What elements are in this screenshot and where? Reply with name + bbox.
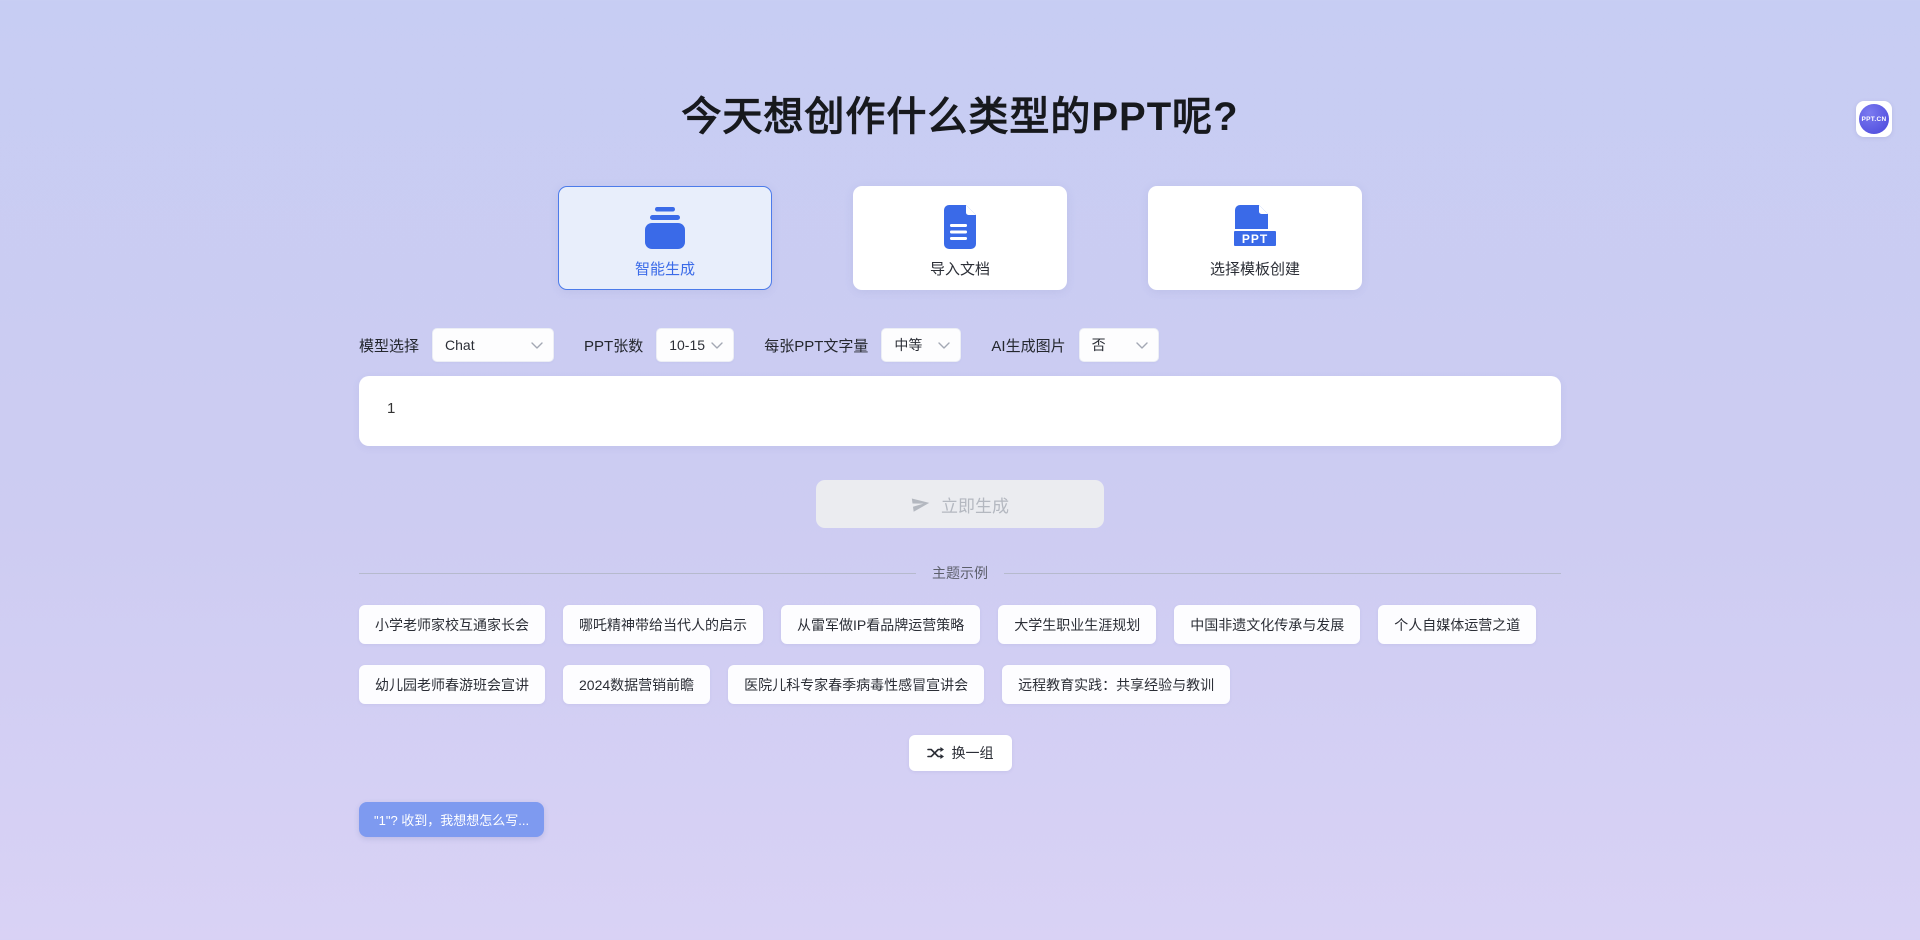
divider-line-left: [359, 573, 916, 574]
ai-image-select-value: 否: [1092, 335, 1106, 355]
example-chip[interactable]: 幼儿园老师春游班会宣讲: [359, 665, 545, 704]
example-chip[interactable]: 哪吒精神带给当代人的启示: [563, 605, 763, 644]
card-import-document-label: 导入文档: [930, 258, 990, 279]
word-count-select-value: 中等: [894, 335, 922, 355]
example-chip[interactable]: 小学老师家校互通家长会: [359, 605, 545, 644]
example-chip[interactable]: 大学生职业生涯规划: [998, 605, 1156, 644]
chevron-down-icon: [1136, 342, 1148, 349]
example-chip[interactable]: 医院儿科专家春季病毒性感冒宣讲会: [728, 665, 984, 704]
example-chip[interactable]: 远程教育实践：共享经验与教训: [1002, 665, 1230, 704]
word-count-select[interactable]: 中等: [881, 328, 961, 362]
option-pages-label: PPT张数: [584, 335, 643, 356]
example-chip[interactable]: 个人自媒体运营之道: [1378, 605, 1536, 644]
option-ai-image-label: AI生成图片: [991, 335, 1065, 356]
example-chips-row-2: 幼儿园老师春游班会宣讲 2024数据营销前瞻 医院儿科专家春季病毒性感冒宣讲会 …: [359, 665, 1561, 704]
generate-button[interactable]: 立即生成: [816, 480, 1104, 528]
ai-response-toast: "1"? 收到，我想想怎么写...: [359, 802, 544, 837]
ai-response-toast-text: "1"? 收到，我想想怎么写...: [374, 810, 529, 829]
creation-type-cards: 智能生成 导入文档 PPT: [359, 186, 1561, 290]
stack-icon: [642, 205, 688, 249]
chevron-down-icon: [531, 342, 543, 349]
example-chip[interactable]: 从雷军做IP看品牌运营策略: [781, 605, 980, 644]
option-ai-image: AI生成图片 否: [991, 328, 1158, 362]
chevron-down-icon: [711, 342, 723, 349]
ppt-file-icon: PPT: [1232, 205, 1278, 249]
prompt-area: 1: [359, 376, 1561, 446]
option-pages: PPT张数 10-15: [584, 328, 734, 362]
brand-logo-circle: PPT.CN: [1859, 104, 1889, 134]
brand-logo-text: PPT.CN: [1862, 116, 1887, 123]
page-title: 今天想创作什么类型的PPT呢?: [359, 84, 1561, 142]
shuffle-button-label: 换一组: [952, 743, 994, 763]
card-smart-generate-label: 智能生成: [635, 258, 695, 279]
shuffle-icon: [927, 746, 944, 760]
document-icon: [941, 205, 979, 249]
shuffle-button[interactable]: 换一组: [909, 735, 1012, 771]
card-template-create-label: 选择模板创建: [1210, 258, 1300, 279]
example-chip[interactable]: 2024数据营销前瞻: [563, 665, 710, 704]
option-word-count-label: 每张PPT文字量: [764, 335, 868, 356]
option-model: 模型选择 Chat: [359, 328, 554, 362]
generate-button-label: 立即生成: [941, 492, 1009, 517]
examples-divider: 主题示例: [359, 563, 1561, 583]
pages-select[interactable]: 10-15: [656, 328, 734, 362]
paper-plane-icon: [910, 493, 933, 516]
generation-options: 模型选择 Chat PPT张数 10-15 每张PPT文字量 中等 AI生成图片: [359, 328, 1561, 362]
chevron-down-icon: [938, 342, 950, 349]
example-chips-row-1: 小学老师家校互通家长会 哪吒精神带给当代人的启示 从雷军做IP看品牌运营策略 大…: [359, 605, 1561, 644]
examples-divider-label: 主题示例: [932, 563, 988, 583]
svg-text:PPT: PPT: [1242, 232, 1268, 246]
card-import-document[interactable]: 导入文档: [853, 186, 1067, 290]
model-select[interactable]: Chat: [432, 328, 554, 362]
option-model-label: 模型选择: [359, 335, 419, 356]
option-word-count: 每张PPT文字量 中等: [764, 328, 961, 362]
ai-image-select[interactable]: 否: [1079, 328, 1159, 362]
card-template-create[interactable]: PPT 选择模板创建: [1148, 186, 1362, 290]
brand-logo[interactable]: PPT.CN: [1856, 101, 1892, 137]
card-smart-generate[interactable]: 智能生成: [558, 186, 772, 290]
divider-line-right: [1004, 573, 1561, 574]
model-select-value: Chat: [445, 337, 475, 353]
pages-select-value: 10-15: [669, 337, 705, 353]
example-chip[interactable]: 中国非遗文化传承与发展: [1174, 605, 1360, 644]
topic-input[interactable]: 1: [359, 376, 1561, 446]
